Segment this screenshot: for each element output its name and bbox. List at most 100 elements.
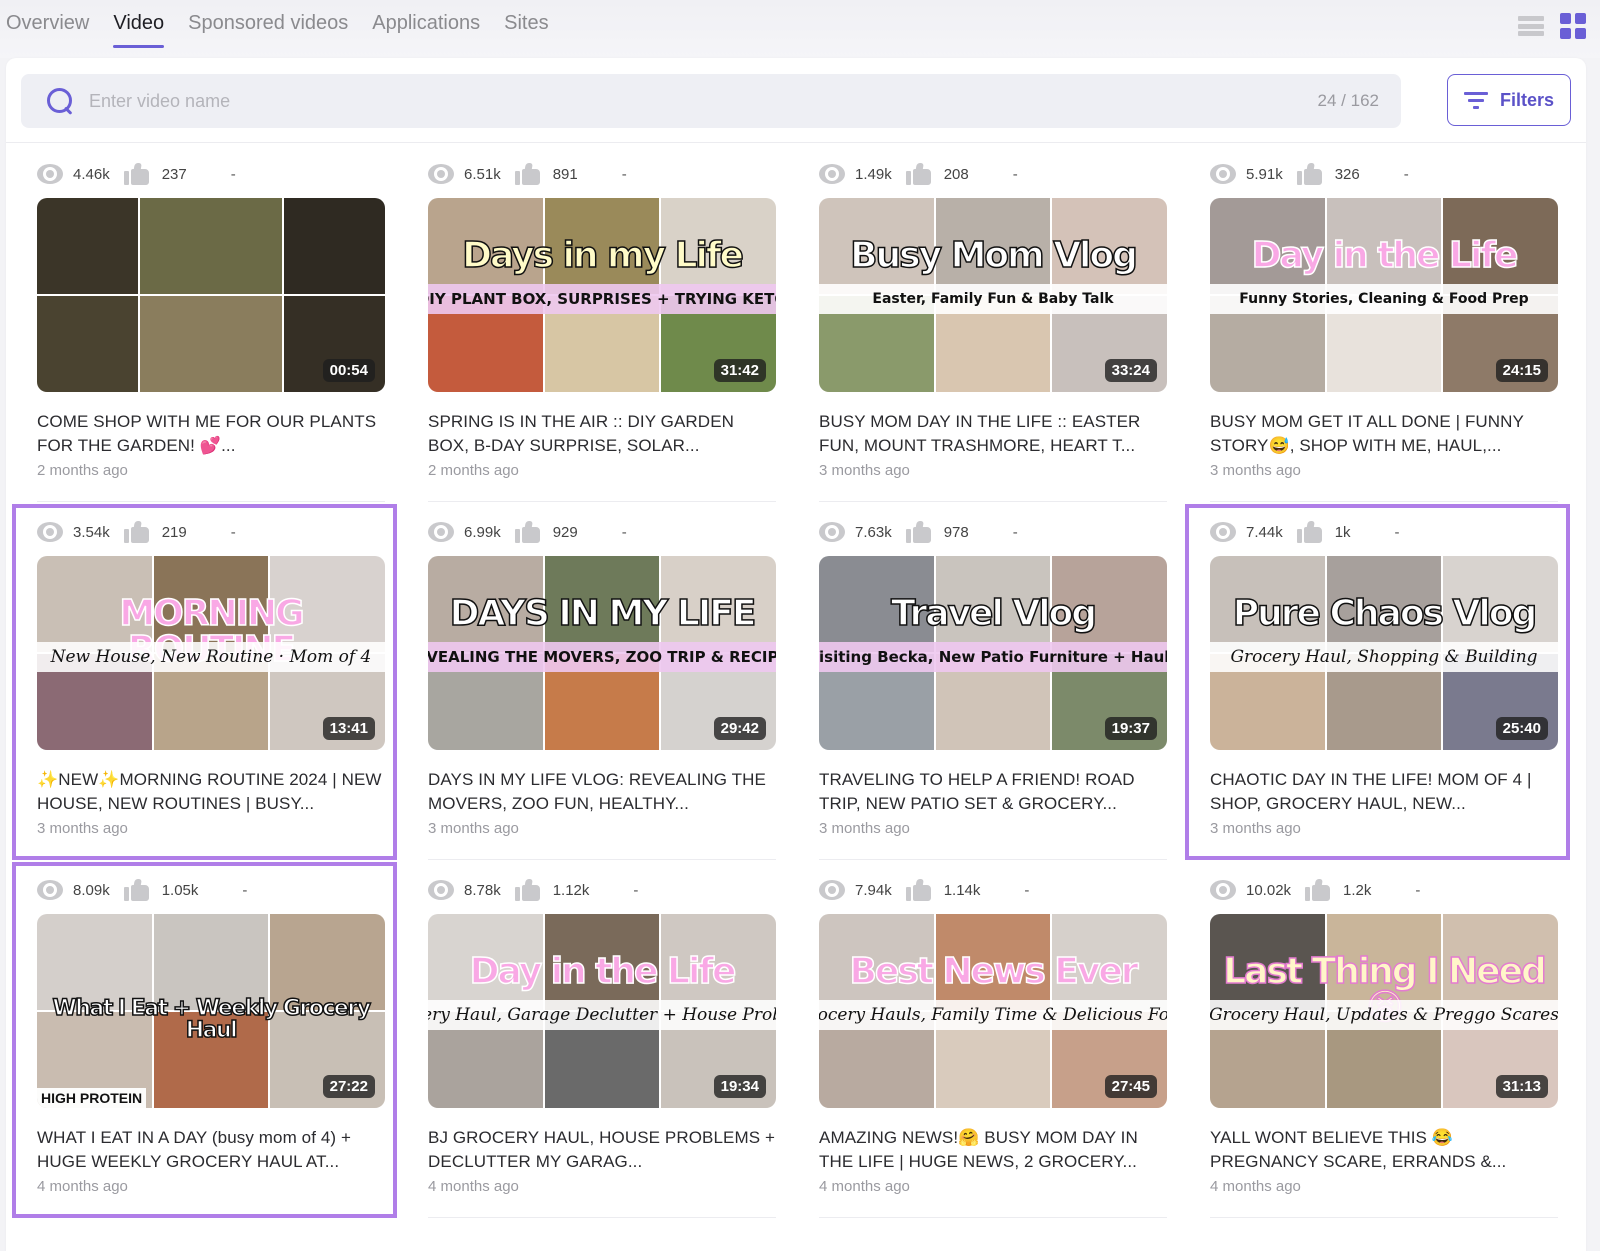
video-card-11[interactable]: 7.94k 1.14k - Best News Ever Grocery Hau… xyxy=(788,860,1179,1218)
filters-button[interactable]: Filters xyxy=(1447,74,1571,126)
video-card-10[interactable]: 8.78k 1.12k - Day in the Life Grocery Ha… xyxy=(397,860,788,1218)
video-title[interactable]: BJ GROCERY HAUL, HOUSE PROBLEMS + DECLUT… xyxy=(428,1126,776,1174)
like-count: 326 xyxy=(1334,165,1360,183)
thumbnail-title-text: Day in the Life xyxy=(469,951,737,992)
search-row: 24 / 162 Filters xyxy=(21,74,1571,128)
eye-icon xyxy=(428,522,454,542)
video-title[interactable]: CHAOTIC DAY IN THE LIFE! MOM OF 4 | SHOP… xyxy=(1210,768,1558,816)
video-card-9[interactable]: 8.09k 1.05k - What I Eat + Weekly Grocer… xyxy=(6,860,397,1218)
extra-metric: - xyxy=(633,881,639,899)
video-title[interactable]: DAYS IN MY LIFE VLOG: REVEALING THE MOVE… xyxy=(428,768,776,816)
like-count: 219 xyxy=(161,523,187,541)
tab-list: Overview Video Sponsored videos Applicat… xyxy=(6,10,573,48)
video-duration: 31:13 xyxy=(1495,1075,1548,1098)
video-thumbnail[interactable]: DAYS IN MY LIFE REVEALING THE MOVERS, ZO… xyxy=(428,556,776,750)
thumbnail-title-text: What I Eat + Weekly Grocery Haul xyxy=(52,996,372,1043)
thumbs-up-icon xyxy=(514,521,541,543)
video-title[interactable]: COME SHOP WITH ME FOR OUR PLANTS FOR THE… xyxy=(37,410,385,458)
grid-view-icon[interactable] xyxy=(1560,13,1586,39)
tab-video[interactable]: Video xyxy=(113,10,176,48)
video-stats: 7.63k 978 - xyxy=(819,520,1179,544)
video-stats: 3.54k 219 - xyxy=(37,520,397,544)
video-age: 4 months ago xyxy=(819,1178,910,1195)
filter-icon xyxy=(1463,91,1488,109)
video-thumbnail[interactable]: Last Thing I Need 😫 Grocery Haul, Update… xyxy=(1210,914,1558,1108)
video-card-4[interactable]: 5.91k 326 - Day in the Life Funny Storie… xyxy=(1179,144,1570,502)
video-age: 3 months ago xyxy=(37,820,128,837)
video-thumbnail[interactable]: Pure Chaos Vlog Grocery Haul, Shopping &… xyxy=(1210,556,1558,750)
view-count: 1.49k xyxy=(855,165,892,183)
video-duration: 13:41 xyxy=(322,717,375,740)
tab-overview[interactable]: Overview xyxy=(6,10,101,48)
list-view-icon[interactable] xyxy=(1518,14,1544,38)
video-card-12[interactable]: 10.02k 1.2k - Last Thing I Need 😫 Grocer… xyxy=(1179,860,1570,1218)
video-card-1[interactable]: 4.46k 237 - 00:54 COME SHOP WITH ME FOR … xyxy=(6,144,397,502)
thumbs-up-icon xyxy=(514,163,541,185)
like-count: 978 xyxy=(943,523,969,541)
search-icon xyxy=(45,86,75,116)
video-title[interactable]: WHAT I EAT IN A DAY (busy mom of 4) + HU… xyxy=(37,1126,385,1174)
eye-icon xyxy=(1210,522,1236,542)
extra-metric: - xyxy=(1394,523,1400,541)
tab-applications[interactable]: Applications xyxy=(372,10,492,48)
thumbnail-subtitle-text: DIY PLANT BOX, SURPRISES + TRYING KETO xyxy=(428,284,776,314)
video-thumbnail[interactable]: Best News Ever Grocery Hauls, Family Tim… xyxy=(819,914,1167,1108)
top-tab-bar: Overview Video Sponsored videos Applicat… xyxy=(0,0,1600,58)
video-thumbnail[interactable]: Day in the Life Grocery Haul, Garage Dec… xyxy=(428,914,776,1108)
extra-metric: - xyxy=(230,165,236,183)
video-title[interactable]: BUSY MOM GET IT ALL DONE | FUNNY STORY😅,… xyxy=(1210,410,1558,458)
video-age: 3 months ago xyxy=(428,820,519,837)
video-duration: 24:15 xyxy=(1495,359,1548,382)
video-thumbnail[interactable]: Days in my Life DIY PLANT BOX, SURPRISES… xyxy=(428,198,776,392)
video-card-2[interactable]: 6.51k 891 - Days in my Life DIY PLANT BO… xyxy=(397,144,788,502)
thumbs-up-icon xyxy=(1296,163,1323,185)
view-count: 6.99k xyxy=(464,523,501,541)
eye-icon xyxy=(819,880,845,900)
video-thumbnail[interactable]: 00:54 xyxy=(37,198,385,392)
video-title[interactable]: TRAVELING TO HELP A FRIEND! ROAD TRIP, N… xyxy=(819,768,1167,816)
like-count: 1k xyxy=(1334,523,1351,541)
tab-sponsored-videos[interactable]: Sponsored videos xyxy=(188,10,360,48)
like-count: 1.12k xyxy=(552,881,590,899)
video-thumbnail[interactable]: Day in the Life Funny Stories, Cleaning … xyxy=(1210,198,1558,392)
video-thumbnail[interactable]: Travel Vlog Visiting Becka, New Patio Fu… xyxy=(819,556,1167,750)
video-title[interactable]: BUSY MOM DAY IN THE LIFE :: EASTER FUN, … xyxy=(819,410,1167,458)
video-search-input[interactable] xyxy=(89,90,1318,112)
video-title[interactable]: ✨NEW✨MORNING ROUTINE 2024 | NEW HOUSE, N… xyxy=(37,768,385,816)
extra-metric: - xyxy=(1012,165,1018,183)
video-card-8[interactable]: 7.44k 1k - Pure Chaos Vlog Grocery Haul,… xyxy=(1179,502,1570,860)
thumbs-up-icon xyxy=(123,521,150,543)
video-stats: 1.49k 208 - xyxy=(819,162,1179,186)
video-card-5[interactable]: 3.54k 219 - MORNING ROUTINE New House, N… xyxy=(6,502,397,860)
video-thumbnail[interactable]: What I Eat + Weekly Grocery Haul HIGH PR… xyxy=(37,914,385,1108)
video-title[interactable]: SPRING IS IN THE AIR :: DIY GARDEN BOX, … xyxy=(428,410,776,458)
card-divider xyxy=(819,1217,1167,1218)
eye-icon xyxy=(1210,164,1236,184)
video-thumbnail[interactable]: Busy Mom Vlog Easter, Family Fun & Baby … xyxy=(819,198,1167,392)
video-stats: 7.44k 1k - xyxy=(1210,520,1570,544)
thumbnail-subtitle-text: Grocery Hauls, Family Time & Delicious F… xyxy=(819,1000,1167,1030)
video-age: 4 months ago xyxy=(37,1178,128,1195)
video-duration: 00:54 xyxy=(322,359,375,382)
tab-sites[interactable]: Sites xyxy=(504,10,560,48)
video-card-3[interactable]: 1.49k 208 - Busy Mom Vlog Easter, Family… xyxy=(788,144,1179,502)
video-card-7[interactable]: 7.63k 978 - Travel Vlog Visiting Becka, … xyxy=(788,502,1179,860)
like-count: 1.14k xyxy=(943,881,981,899)
thumbs-up-icon xyxy=(905,163,932,185)
video-title[interactable]: AMAZING NEWS!🤗 BUSY MOM DAY IN THE LIFE … xyxy=(819,1126,1167,1174)
video-age: 2 months ago xyxy=(428,462,519,479)
like-count: 891 xyxy=(552,165,578,183)
view-count: 7.63k xyxy=(855,523,892,541)
thumbnail-title-text: Pure Chaos Vlog xyxy=(1232,593,1538,634)
view-count: 7.94k xyxy=(855,881,892,899)
video-card-6[interactable]: 6.99k 929 - DAYS IN MY LIFE REVEALING TH… xyxy=(397,502,788,860)
video-age: 3 months ago xyxy=(1210,820,1301,837)
view-count: 7.44k xyxy=(1246,523,1283,541)
eye-icon xyxy=(37,880,63,900)
view-toggle xyxy=(1518,13,1586,39)
video-duration: 31:42 xyxy=(713,359,766,382)
video-stats: 8.09k 1.05k - xyxy=(37,878,397,902)
video-thumbnail[interactable]: MORNING ROUTINE New House, New Routine ·… xyxy=(37,556,385,750)
thumbs-up-icon xyxy=(1296,521,1323,543)
video-title[interactable]: YALL WONT BELIEVE THIS 😂 PREGNANCY SCARE… xyxy=(1210,1126,1558,1174)
